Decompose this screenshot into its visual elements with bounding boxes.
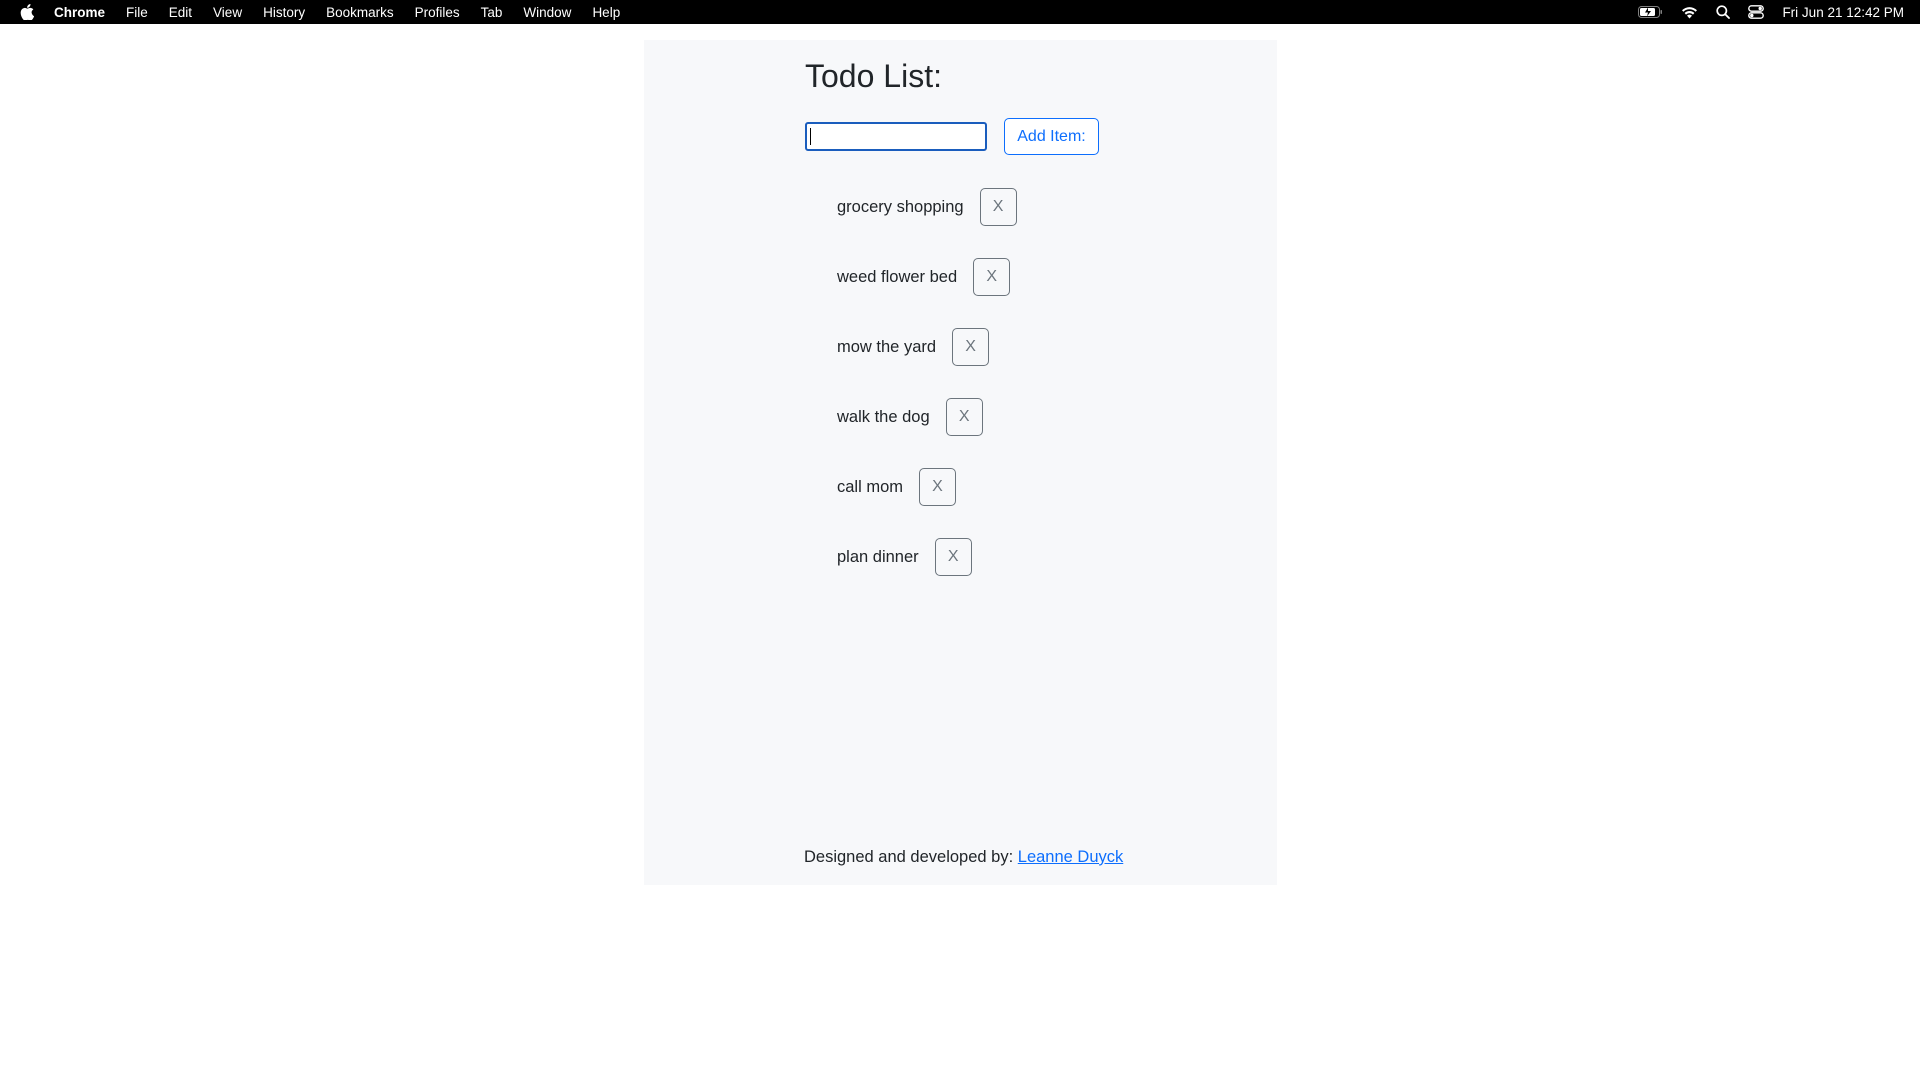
menu-file[interactable]: File [126, 5, 148, 20]
delete-todo-button[interactable]: X [945, 398, 983, 436]
new-todo-input[interactable] [805, 122, 987, 151]
search-icon[interactable] [1716, 0, 1731, 24]
delete-todo-button[interactable]: X [919, 468, 957, 506]
menu-history[interactable]: History [263, 5, 305, 20]
todo-item-text: mow the yard [837, 337, 937, 356]
todo-item-text: weed flower bed [837, 267, 958, 286]
control-center-icon[interactable] [1748, 0, 1765, 24]
menu-bar-clock[interactable]: Fri Jun 21 12:42 PM [1782, 5, 1904, 20]
menu-bar-left: Chrome File Edit View History Bookmarks … [0, 0, 641, 24]
apple-icon[interactable] [20, 4, 34, 20]
menu-window[interactable]: Window [523, 5, 571, 20]
todo-item-text: grocery shopping [837, 197, 964, 216]
todo-item-text: call mom [837, 477, 904, 496]
todo-item: grocery shopping X [837, 188, 1017, 226]
menu-bar: Chrome File Edit View History Bookmarks … [0, 0, 1920, 24]
todo-list: grocery shopping X weed flower bed X mow… [837, 188, 1017, 608]
author-link[interactable]: Leanne Duyck [1018, 848, 1124, 866]
menu-edit[interactable]: Edit [169, 5, 192, 20]
todo-item: mow the yard X [837, 328, 1017, 366]
delete-todo-button[interactable]: X [979, 188, 1017, 226]
menu-view[interactable]: View [213, 5, 242, 20]
todo-item: plan dinner X [837, 538, 1017, 576]
page-title: Todo List: [805, 58, 942, 94]
todo-item-text: walk the dog [837, 407, 930, 426]
menu-tab[interactable]: Tab [481, 5, 503, 20]
text-cursor [810, 128, 811, 145]
delete-todo-button[interactable]: X [934, 538, 972, 576]
footer-credit: Designed and developed by: Leanne Duyck [804, 848, 1123, 867]
menu-bar-right: Fri Jun 21 12:42 PM [1638, 0, 1920, 24]
delete-todo-button[interactable]: X [952, 328, 990, 366]
menu-help[interactable]: Help [592, 5, 620, 20]
add-item-button[interactable]: Add Item: [1004, 118, 1099, 155]
wifi-icon[interactable] [1681, 0, 1698, 24]
todo-item: walk the dog X [837, 398, 1017, 436]
todo-app-container: Todo List: Add Item: grocery shopping X … [644, 40, 1277, 885]
menu-profiles[interactable]: Profiles [415, 5, 460, 20]
todo-item-text: plan dinner [837, 547, 919, 566]
menu-bookmarks[interactable]: Bookmarks [326, 5, 394, 20]
battery-icon[interactable] [1638, 0, 1663, 24]
delete-todo-button[interactable]: X [973, 258, 1011, 296]
todo-item: call mom X [837, 468, 1017, 506]
menu-app-name[interactable]: Chrome [54, 5, 105, 20]
todo-item: weed flower bed X [837, 258, 1017, 296]
footer-prefix: Designed and developed by: [804, 848, 1014, 866]
